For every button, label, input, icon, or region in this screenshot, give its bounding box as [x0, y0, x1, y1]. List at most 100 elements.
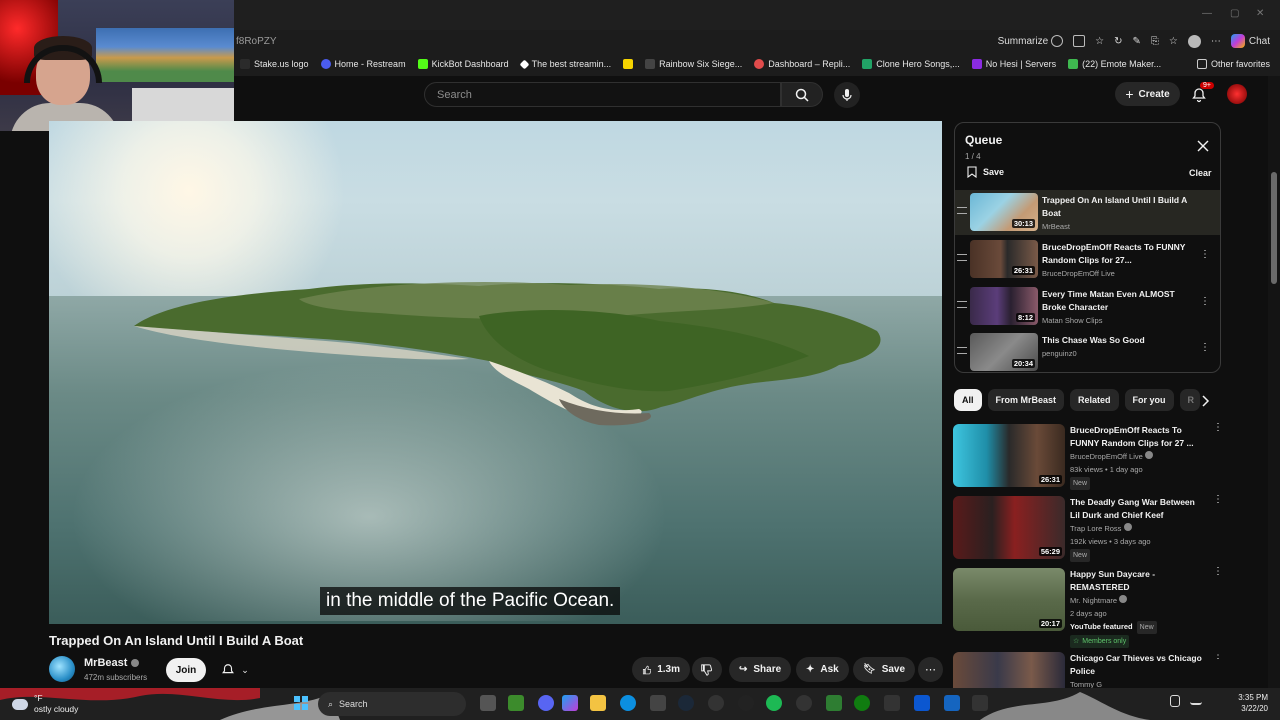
more-actions-button[interactable]: ⋯ — [918, 657, 943, 682]
search-box[interactable] — [424, 82, 781, 107]
split-screen-icon[interactable]: ⎘ — [1151, 36, 1159, 47]
channel-name[interactable]: MrBeast — [84, 657, 140, 669]
bookmark-item[interactable]: Rainbow Six Siege... — [639, 59, 748, 69]
refresh-icon[interactable]: ↻ — [1114, 36, 1122, 47]
queue-item-title: This Chase Was So Good — [1042, 335, 1145, 345]
reader-mode-icon[interactable] — [1073, 35, 1086, 47]
video-player[interactable] — [49, 121, 942, 624]
save-button[interactable]: 🔖︎ Save — [853, 657, 916, 682]
queue-item[interactable]: 8:12 Every Time Matan Even ALMOST Broke … — [955, 284, 1220, 329]
weather-widget[interactable]: °F ostly cloudy — [12, 693, 78, 715]
more-vertical-icon[interactable]: ⋮ — [1200, 297, 1210, 312]
file-explorer-icon[interactable] — [590, 695, 606, 711]
extensions-icon[interactable]: ✎ — [1133, 36, 1141, 47]
chip-all[interactable]: All — [954, 389, 982, 411]
steam-icon[interactable] — [678, 695, 694, 711]
channel-avatar[interactable] — [49, 656, 75, 682]
favorite-star-icon[interactable]: ☆ — [1095, 36, 1104, 47]
queue-item[interactable]: 26:31 BruceDropEmOff Reacts To FUNNY Ran… — [955, 237, 1220, 282]
voice-search-button[interactable] — [834, 82, 860, 108]
subscription-bell-button[interactable]: ⌄ — [213, 658, 257, 682]
task-view-icon[interactable] — [480, 695, 496, 711]
bookmark-item[interactable]: Stake.us logo — [234, 59, 315, 69]
account-avatar[interactable] — [1227, 84, 1247, 104]
discord-icon[interactable] — [538, 695, 554, 711]
copilot-icon[interactable] — [562, 695, 578, 711]
drag-handle-icon[interactable] — [957, 207, 967, 214]
join-button[interactable]: Join — [166, 658, 206, 682]
app-icon[interactable] — [796, 695, 812, 711]
xbox-icon[interactable] — [854, 695, 870, 711]
address-bar[interactable]: f8RoPZY Summarize ☆ ↻ ✎ ⎘ ☆ ⋯ Chat — [234, 30, 1280, 52]
app-icon[interactable] — [826, 695, 842, 711]
close-icon[interactable] — [1196, 139, 1210, 153]
close-window-icon[interactable]: ✕ — [1256, 8, 1264, 19]
recommendation-item[interactable]: Chicago Car Thieves vs Chicago Police To… — [953, 652, 1228, 688]
profile-icon[interactable] — [1187, 34, 1201, 48]
other-favorites[interactable]: Other favorites — [1191, 59, 1280, 69]
bookmark-item[interactable]: The best streamin... — [515, 59, 618, 69]
app-icon[interactable] — [914, 695, 930, 711]
bookmark-item[interactable]: Home - Restream — [315, 59, 412, 69]
notifications-button[interactable]: 9+ — [1188, 82, 1214, 106]
app-icon[interactable] — [508, 695, 524, 711]
queue-item[interactable]: 30:13 Trapped On An Island Until I Build… — [955, 190, 1220, 235]
channel-text: BruceDropEmOff Live — [1070, 452, 1143, 461]
ask-button[interactable]: ✦ Ask — [796, 657, 849, 682]
bookmark-item[interactable]: No Hesi | Servers — [966, 59, 1062, 69]
scrollbar-thumb[interactable] — [1271, 172, 1277, 284]
bookmark-item[interactable]: Dashboard – Repli... — [748, 59, 856, 69]
drag-handle-icon[interactable] — [957, 301, 967, 308]
chip-related[interactable]: Related — [1070, 389, 1119, 411]
system-clock[interactable]: 3:35 PM 3/22/20 — [1220, 692, 1268, 714]
more-vertical-icon[interactable]: ⋮ — [1213, 652, 1223, 666]
queue-item[interactable]: 20:34 This Chase Was So Good penguinz0 ⋮ — [955, 330, 1220, 372]
wifi-icon[interactable] — [1190, 695, 1202, 705]
minimize-icon[interactable]: — — [1202, 8, 1212, 19]
more-vertical-icon[interactable]: ⋮ — [1200, 343, 1210, 358]
copilot-chat-button[interactable]: Chat — [1230, 34, 1270, 48]
more-vertical-icon[interactable]: ⋮ — [1213, 495, 1223, 510]
taskbar-search[interactable]: ⌕ Search — [318, 692, 466, 716]
like-button[interactable]: 1.3m — [632, 657, 690, 682]
bookmark-item[interactable]: Clone Hero Songs,... — [856, 59, 966, 69]
spotify-icon[interactable] — [766, 695, 782, 711]
dislike-button[interactable] — [692, 657, 722, 682]
more-vertical-icon[interactable]: ⋮ — [1213, 567, 1223, 582]
drag-handle-icon[interactable] — [957, 347, 967, 354]
more-vertical-icon[interactable]: ⋮ — [1213, 423, 1223, 438]
chevron-right-icon[interactable] — [1198, 394, 1212, 408]
recommendation-item[interactable]: 20:17 Happy Sun Daycare - REMASTERED Mr.… — [953, 567, 1228, 648]
create-button[interactable]: + Create — [1115, 82, 1180, 106]
collections-icon[interactable]: ☆ — [1169, 36, 1178, 47]
store-icon[interactable] — [650, 695, 666, 711]
bookmark-item[interactable] — [617, 59, 639, 69]
queue-save-button[interactable]: Save — [967, 166, 1004, 178]
chip-for-you[interactable]: For you — [1124, 389, 1174, 411]
share-button[interactable]: ↪ Share — [729, 657, 792, 682]
chip-partial[interactable]: R — [1179, 389, 1200, 411]
drag-handle-icon[interactable] — [957, 254, 967, 261]
more-vertical-icon[interactable]: ⋮ — [1200, 250, 1210, 265]
url-text[interactable]: f8RoPZY — [236, 36, 277, 47]
app-icon[interactable] — [944, 695, 960, 711]
recommendation-item[interactable]: 56:29 The Deadly Gang War Between Lil Du… — [953, 495, 1228, 564]
microphone-icon[interactable] — [1170, 695, 1180, 707]
recommendation-item[interactable]: 26:31 BruceDropEmOff Reacts To FUNNY Ran… — [953, 423, 1228, 492]
app-icon[interactable] — [884, 695, 900, 711]
bookmark-item[interactable]: KickBot Dashboard — [412, 59, 515, 69]
summarize-button[interactable]: Summarize — [998, 35, 1064, 47]
search-input[interactable] — [437, 88, 780, 101]
settings-icon[interactable] — [738, 695, 754, 711]
more-menu-icon[interactable]: ⋯ — [1211, 36, 1221, 47]
search-button[interactable] — [781, 82, 823, 107]
edge-browser-icon[interactable] — [620, 695, 636, 711]
bookmark-item[interactable]: (22) Emote Maker... — [1062, 59, 1167, 69]
maximize-icon[interactable]: ▢ — [1230, 8, 1239, 19]
chip-from-channel[interactable]: From MrBeast — [987, 389, 1065, 411]
queue-clear-button[interactable]: Clear — [1189, 168, 1212, 178]
page-scrollbar[interactable] — [1268, 76, 1280, 688]
windows-start-icon[interactable] — [294, 696, 308, 710]
app-icon[interactable] — [972, 695, 988, 711]
app-icon[interactable] — [708, 695, 724, 711]
